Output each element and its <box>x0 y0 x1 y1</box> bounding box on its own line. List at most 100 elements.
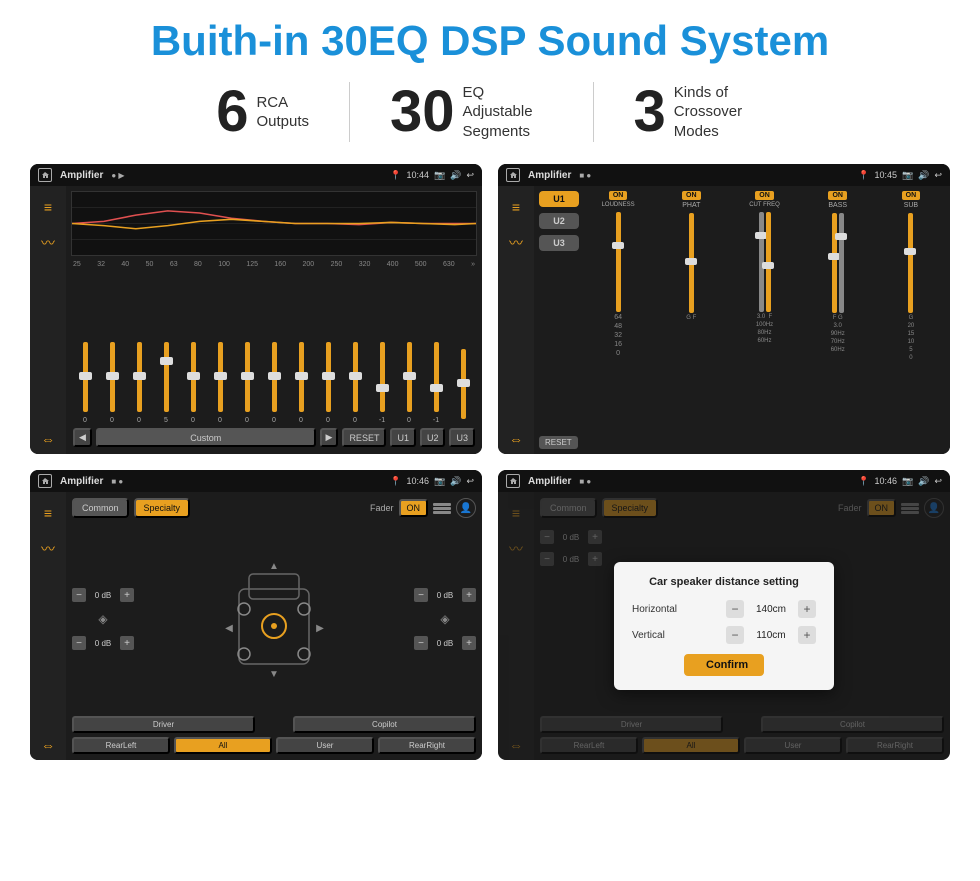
dialog-box: Car speaker distance setting Horizontal … <box>614 562 834 690</box>
fader-icon-1[interactable]: ≡ <box>37 502 59 524</box>
vol-minus-3[interactable]: − <box>414 636 428 650</box>
dialog-horizontal-plus[interactable]: + <box>798 600 816 618</box>
fader-btn-rearright[interactable]: RearRight <box>378 737 476 754</box>
cross-bass-slider2[interactable] <box>839 213 844 313</box>
dialog-vertical-plus[interactable]: + <box>798 626 816 644</box>
eq-slider-7[interactable]: 0 <box>262 342 286 424</box>
vol-plus-0[interactable]: + <box>120 588 134 602</box>
cross-icon-3[interactable]: ⇔ <box>505 428 527 450</box>
eq-prev-btn[interactable]: ◀ <box>73 428 92 447</box>
eq-slider-8[interactable]: 0 <box>289 342 313 424</box>
eq-slider-10[interactable]: 0 <box>343 342 367 424</box>
fader-on-toggle[interactable]: ON <box>399 499 429 517</box>
eq-u3-btn[interactable]: U3 <box>449 428 475 447</box>
fader-btn-driver[interactable]: Driver <box>72 716 255 733</box>
cross-loudness-label: LOUDNESS <box>602 202 635 208</box>
cross-cutfreq-hz1: 100Hz <box>756 322 773 328</box>
vol-val-1: 0 dB <box>89 639 117 648</box>
eq-slider-5[interactable]: 0 <box>208 342 232 424</box>
dialog-horizontal-value: 140cm <box>749 604 793 615</box>
vol-minus-0[interactable]: − <box>72 588 86 602</box>
cross-sub-on[interactable]: ON <box>902 191 921 200</box>
eq-slider-14[interactable] <box>451 349 475 424</box>
cross-loudness-slider[interactable] <box>616 212 621 312</box>
eq-slider-3[interactable]: 5 <box>154 342 178 424</box>
cross-phat-on[interactable]: ON <box>682 191 701 200</box>
cross-sub-slider[interactable] <box>908 213 913 313</box>
cross-back-icon[interactable]: ↩ <box>934 170 942 181</box>
vol-minus-1[interactable]: − <box>72 636 86 650</box>
dialog-home-icon[interactable] <box>506 474 520 488</box>
dialog-time: 10:46 <box>874 476 897 486</box>
fader-icon-2[interactable]: 〰 <box>37 538 59 560</box>
dialog-back-icon[interactable]: ↩ <box>934 476 942 487</box>
eq-reset-btn[interactable]: RESET <box>342 428 386 447</box>
cross-u1-btn[interactable]: U1 <box>539 191 579 207</box>
eq-icon-1[interactable]: ≡ <box>37 196 59 218</box>
cross-phat-panel: ON PHAT G F <box>657 191 725 449</box>
cross-reset-btn[interactable]: RESET <box>539 436 578 449</box>
eq-custom-btn[interactable]: Custom <box>96 428 316 447</box>
dialog-horizontal-stepper: − 140cm + <box>726 600 816 618</box>
fader-tab-specialty[interactable]: Specialty <box>134 498 191 518</box>
cross-loudness-on[interactable]: ON <box>609 191 628 200</box>
cross-cutfreq-hz3: 60Hz <box>758 338 772 344</box>
vol-plus-3[interactable]: + <box>462 636 476 650</box>
fader-home-icon[interactable] <box>38 474 52 488</box>
eq-slider-4[interactable]: 0 <box>181 342 205 424</box>
cross-loudness-panel: ON LOUDNESS 64 48 32 16 0 <box>584 191 652 449</box>
eq-slider-13[interactable]: -1 <box>424 342 448 424</box>
avatar-icon[interactable]: 👤 <box>456 498 476 518</box>
confirm-button[interactable]: Confirm <box>684 654 764 676</box>
cross-phat-slider[interactable] <box>689 213 694 313</box>
eq-slider-9[interactable]: 0 <box>316 342 340 424</box>
fader-tab-common[interactable]: Common <box>72 498 129 518</box>
vol-plus-2[interactable]: + <box>462 588 476 602</box>
dialog-horizontal-minus[interactable]: − <box>726 600 744 618</box>
eq-icon-3[interactable]: ⇔ <box>37 428 59 450</box>
cross-u3-btn[interactable]: U3 <box>539 235 579 251</box>
fader-btn-all[interactable]: All <box>174 737 272 754</box>
fader-back-icon[interactable]: ↩ <box>466 476 474 487</box>
cross-cutfreq-label: CUT FREQ <box>749 202 780 208</box>
crossover-right: ON LOUDNESS 64 48 32 16 0 <box>584 191 945 449</box>
vol-plus-1[interactable]: + <box>120 636 134 650</box>
eq-slider-6[interactable]: 0 <box>235 342 259 424</box>
cross-u2-btn[interactable]: U2 <box>539 213 579 229</box>
cross-icon-1[interactable]: ≡ <box>505 196 527 218</box>
stat-number-eq: 30 <box>390 83 455 141</box>
cross-icon-2[interactable]: 〰 <box>505 232 527 254</box>
cross-bass-slider1[interactable] <box>832 213 837 313</box>
cross-sub-val6: 0 <box>909 355 912 361</box>
fader-icon-3[interactable]: ⇔ <box>37 734 59 756</box>
eq-status-left: Amplifier ● ▶ <box>38 168 125 182</box>
eq-u2-btn[interactable]: U2 <box>420 428 446 447</box>
eq-icon-2[interactable]: 〰 <box>37 232 59 254</box>
back-icon[interactable]: ↩ <box>466 170 474 181</box>
home-icon[interactable] <box>38 168 52 182</box>
eq-slider-0[interactable]: 0 <box>73 342 97 424</box>
dialog-vertical-minus[interactable]: − <box>726 626 744 644</box>
eq-u1-btn[interactable]: U1 <box>390 428 416 447</box>
stat-crossover: 3 Kinds ofCrossover Modes <box>594 83 804 142</box>
vol-left-col: − 0 dB + ◈ − 0 dB + <box>72 588 134 650</box>
fader-btn-copilot[interactable]: Copilot <box>293 716 476 733</box>
eq-slider-12[interactable]: 0 <box>397 342 421 424</box>
cross-bass-on[interactable]: ON <box>828 191 847 200</box>
camera-icon: 📷 <box>434 170 445 181</box>
fader-btn-rearleft[interactable]: RearLeft <box>72 737 170 754</box>
vol-minus-2[interactable]: − <box>414 588 428 602</box>
eq-next-btn[interactable]: ▶ <box>320 428 339 447</box>
cross-cutfreq-slider2[interactable] <box>766 212 771 312</box>
cross-cutfreq-on[interactable]: ON <box>755 191 774 200</box>
eq-slider-11[interactable]: -1 <box>370 342 394 424</box>
cross-cutfreq-panel: ON CUT FREQ 3.0 F 100 <box>730 191 798 449</box>
vol-right-col: − 0 dB + ◈ − 0 dB + <box>414 588 476 650</box>
crossover-left: U1 U2 U3 RESET <box>539 191 579 449</box>
fader-btn-user[interactable]: User <box>276 737 374 754</box>
volume-icon: 🔊 <box>450 170 461 181</box>
eq-slider-1[interactable]: 0 <box>100 342 124 424</box>
eq-slider-2[interactable]: 0 <box>127 342 151 424</box>
dialog-app-name: Amplifier <box>528 476 571 487</box>
cross-home-icon[interactable] <box>506 168 520 182</box>
